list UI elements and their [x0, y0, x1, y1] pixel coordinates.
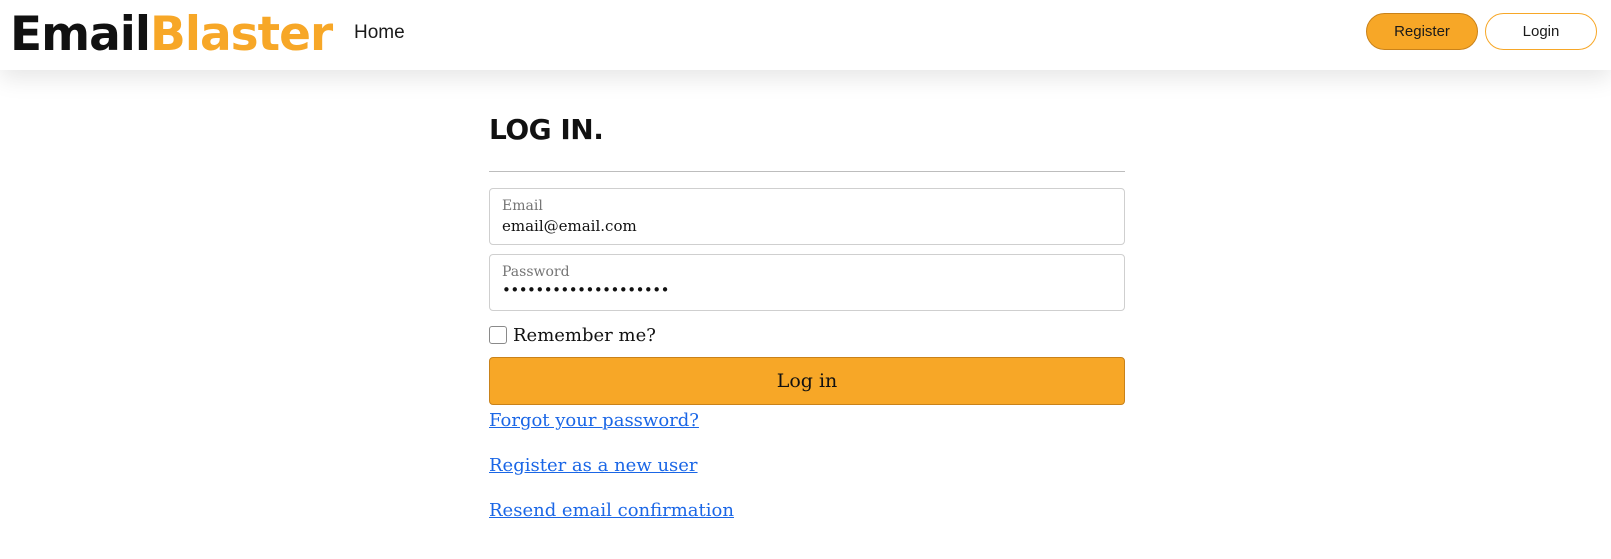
login-section: LOG IN. Email email@email.com Password •… — [489, 110, 1125, 523]
navbar: Email Blaster Home Register Login — [0, 0, 1611, 70]
login-links: Forgot your password? Register as a new … — [489, 409, 1125, 523]
email-field[interactable]: Email email@email.com — [489, 188, 1125, 245]
forgot-password-link[interactable]: Forgot your password? — [489, 409, 699, 433]
page-title: LOG IN. — [489, 113, 604, 146]
remember-me-row: Remember me? — [489, 323, 1125, 347]
password-field-value[interactable]: •••••••••••••••••••• — [502, 281, 669, 299]
title-divider — [489, 171, 1125, 172]
brand-logo-email: Email — [10, 6, 151, 62]
log-in-submit-button[interactable]: Log in — [489, 357, 1125, 405]
brand-logo[interactable]: Email Blaster — [10, 4, 333, 64]
password-field-label: Password — [502, 264, 570, 280]
resend-confirmation-link[interactable]: Resend email confirmation — [489, 499, 734, 523]
remember-me-checkbox[interactable] — [489, 326, 507, 344]
email-field-label: Email — [502, 198, 543, 214]
register-button[interactable]: Register — [1366, 13, 1478, 50]
brand-logo-blaster: Blaster — [150, 6, 333, 62]
password-field[interactable]: Password •••••••••••••••••••• — [489, 254, 1125, 311]
nav-link-home[interactable]: Home — [354, 22, 405, 44]
login-button[interactable]: Login — [1485, 13, 1597, 50]
email-field-value[interactable]: email@email.com — [502, 217, 637, 235]
register-new-user-link[interactable]: Register as a new user — [489, 454, 698, 478]
remember-me-label[interactable]: Remember me? — [513, 325, 656, 346]
